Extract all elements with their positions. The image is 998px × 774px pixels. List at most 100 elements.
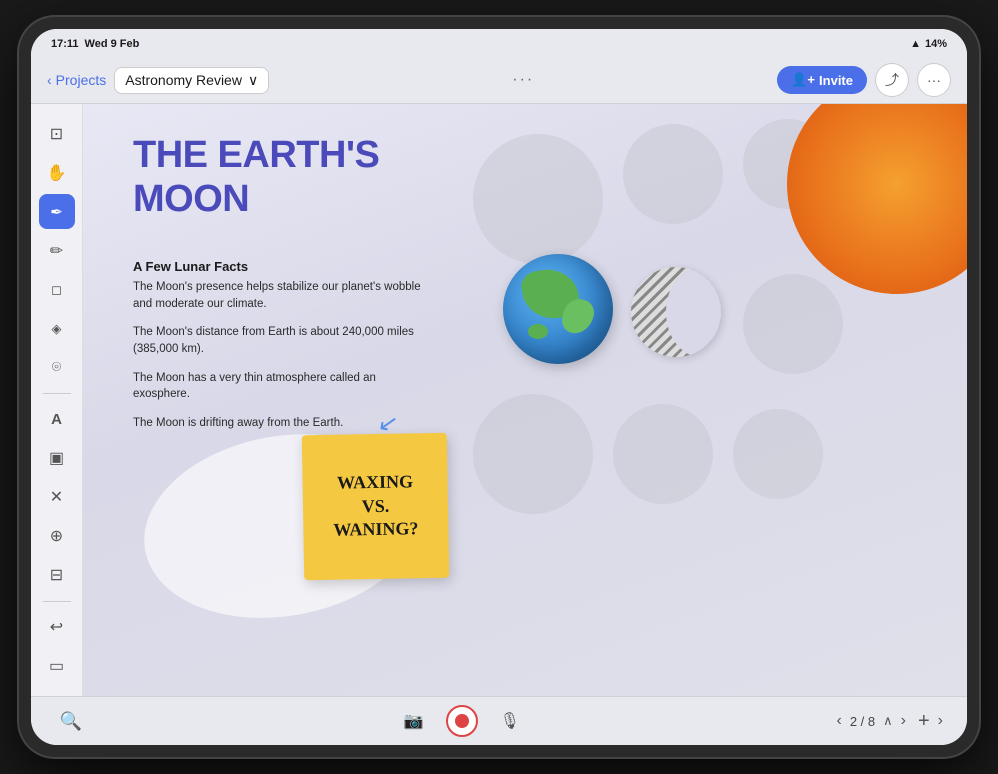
earth-globe bbox=[503, 254, 613, 364]
share-button[interactable]: ⤴ bbox=[875, 63, 909, 97]
close-icon: ✕ bbox=[50, 487, 63, 507]
select-icon: ⊡ bbox=[50, 124, 63, 144]
status-date: Wed 9 Feb bbox=[85, 38, 140, 50]
back-label: Projects bbox=[56, 72, 107, 88]
toolbar-divider-1 bbox=[43, 393, 71, 394]
text-icon: A bbox=[51, 411, 62, 428]
camera-button[interactable]: 📷 bbox=[398, 705, 430, 737]
zoom-icon: 🔍 bbox=[60, 711, 82, 732]
nav-ellipsis[interactable]: ··· bbox=[512, 71, 534, 89]
bg-circle-5 bbox=[473, 394, 593, 514]
bottom-right: ‹ 2 / 8 ∧ › + › bbox=[837, 710, 943, 733]
share-icon: ⤴ bbox=[885, 70, 899, 90]
toolbar: ⊡ ✋ ✒ ✏ ◻ ◈ ⌾ bbox=[31, 104, 83, 696]
wifi-icon: ▲ bbox=[910, 38, 921, 50]
eraser-icon: ◻ bbox=[51, 282, 62, 298]
next-page-button[interactable]: › bbox=[901, 712, 906, 730]
invite-button[interactable]: 👤+ Invite bbox=[777, 66, 867, 94]
pencil-icon: ✏ bbox=[50, 241, 63, 261]
doc-name-label: Astronomy Review bbox=[125, 72, 242, 88]
slide-canvas[interactable]: THE EARTH'S MOON A Few Lunar Facts The M… bbox=[83, 104, 967, 696]
timer-icon: ⊕ bbox=[50, 526, 63, 546]
bg-circle-7 bbox=[733, 409, 823, 499]
status-time: 17:11 bbox=[51, 38, 79, 50]
main-area: ⊡ ✋ ✒ ✏ ◻ ◈ ⌾ bbox=[31, 104, 967, 696]
more-button[interactable]: ··· bbox=[917, 63, 951, 97]
eraser-tool[interactable]: ◻ bbox=[39, 272, 75, 307]
record-button[interactable] bbox=[446, 705, 478, 737]
tablet-screen: 17:11 Wed 9 Feb ▲ 14% ‹ Projects Astrono… bbox=[31, 29, 967, 745]
nav-left: ‹ Projects Astronomy Review ∨ bbox=[47, 67, 269, 94]
lasso-tool[interactable]: ⌾ bbox=[39, 350, 75, 385]
lasso-icon: ⌾ bbox=[52, 359, 62, 377]
title-line1: THE EARTH'S bbox=[133, 134, 379, 178]
prev-page-button[interactable]: ‹ bbox=[837, 712, 842, 730]
shape-tool[interactable]: ▣ bbox=[39, 441, 75, 476]
select-tool[interactable]: ⊡ bbox=[39, 116, 75, 151]
nav-bar: ‹ Projects Astronomy Review ∨ ··· 👤+ Inv… bbox=[31, 57, 967, 104]
camera-icon: 📷 bbox=[404, 711, 424, 731]
invite-label: Invite bbox=[819, 73, 853, 88]
bg-circle-1 bbox=[473, 134, 603, 264]
bg-circle-6 bbox=[613, 404, 713, 504]
bg-circle-2 bbox=[623, 124, 723, 224]
screen-button[interactable]: ▭ bbox=[39, 649, 75, 684]
more-icon: ··· bbox=[927, 72, 941, 88]
bottom-center: 📷 🎙 bbox=[398, 705, 526, 737]
undo-button[interactable]: ↩ bbox=[39, 610, 75, 645]
mic-button[interactable]: 🎙 bbox=[494, 705, 526, 737]
frame-tool[interactable]: ⊟ bbox=[39, 558, 75, 593]
tablet-frame: 17:11 Wed 9 Feb ▲ 14% ‹ Projects Astrono… bbox=[19, 17, 979, 757]
page-number: 2 / 8 bbox=[850, 714, 875, 729]
hand-tool[interactable]: ✋ bbox=[39, 155, 75, 190]
shape-icon: ▣ bbox=[49, 448, 64, 468]
slide-title: THE EARTH'S MOON bbox=[133, 134, 379, 221]
record-dot bbox=[455, 714, 469, 728]
slide-subtitle: A Few Lunar Facts bbox=[133, 259, 248, 274]
pencil-tool[interactable]: ✏ bbox=[39, 233, 75, 268]
battery-icon: 14% bbox=[925, 38, 947, 50]
chevron-left-icon: ‹ bbox=[47, 72, 52, 88]
undo-icon: ↩ bbox=[50, 617, 63, 637]
fill-icon: ◈ bbox=[52, 321, 62, 337]
nav-center: ··· bbox=[512, 71, 534, 89]
status-right: ▲ 14% bbox=[910, 38, 947, 50]
mic-icon: 🎙 bbox=[500, 711, 520, 731]
forward-button[interactable]: › bbox=[938, 712, 943, 730]
zoom-button[interactable]: 🔍 bbox=[55, 705, 87, 737]
delete-tool[interactable]: ✕ bbox=[39, 480, 75, 515]
doc-name-button[interactable]: Astronomy Review ∨ bbox=[114, 67, 269, 94]
sticky-note[interactable]: WAXING VS. WANING? bbox=[302, 433, 450, 581]
back-button[interactable]: ‹ Projects bbox=[47, 72, 106, 88]
sticky-line1: WAXING bbox=[332, 471, 417, 496]
fact-3: The Moon has a very thin atmosphere call… bbox=[133, 370, 428, 403]
title-line2: MOON bbox=[133, 178, 379, 222]
person-add-icon: 👤+ bbox=[791, 72, 815, 88]
hand-icon: ✋ bbox=[47, 163, 67, 183]
moon-phase-striped bbox=[631, 267, 721, 357]
status-bar: 17:11 Wed 9 Feb ▲ 14% bbox=[31, 29, 967, 57]
sticky-line3: WANING? bbox=[333, 517, 418, 542]
slide-content: THE EARTH'S MOON A Few Lunar Facts The M… bbox=[83, 104, 967, 696]
bottom-left: 🔍 bbox=[55, 705, 87, 737]
sticky-line2: VS. bbox=[333, 494, 418, 519]
chevron-down-icon: ∨ bbox=[248, 72, 258, 89]
orange-planet bbox=[787, 104, 967, 294]
text-tool[interactable]: A bbox=[39, 402, 75, 437]
bottom-bar: 🔍 📷 🎙 ‹ 2 / 8 ∧ › bbox=[31, 696, 967, 745]
fact-2: The Moon's distance from Earth is about … bbox=[133, 324, 428, 357]
status-left: 17:11 Wed 9 Feb bbox=[51, 38, 139, 50]
timer-tool[interactable]: ⊕ bbox=[39, 519, 75, 554]
sticky-text: WAXING VS. WANING? bbox=[332, 471, 418, 543]
screen-icon: ▭ bbox=[49, 656, 64, 676]
add-page-button[interactable]: + bbox=[918, 710, 930, 733]
toolbar-divider-2 bbox=[43, 601, 71, 602]
nav-right: 👤+ Invite ⤴ ··· bbox=[777, 63, 951, 97]
fact-1: The Moon's presence helps stabilize our … bbox=[133, 279, 428, 312]
page-info: 2 / 8 bbox=[850, 714, 875, 729]
up-button[interactable]: ∧ bbox=[883, 713, 893, 729]
pen-tool[interactable]: ✒ bbox=[39, 194, 75, 229]
bg-circle-4 bbox=[743, 274, 843, 374]
fill-tool[interactable]: ◈ bbox=[39, 311, 75, 346]
pen-icon: ✒ bbox=[50, 203, 63, 221]
